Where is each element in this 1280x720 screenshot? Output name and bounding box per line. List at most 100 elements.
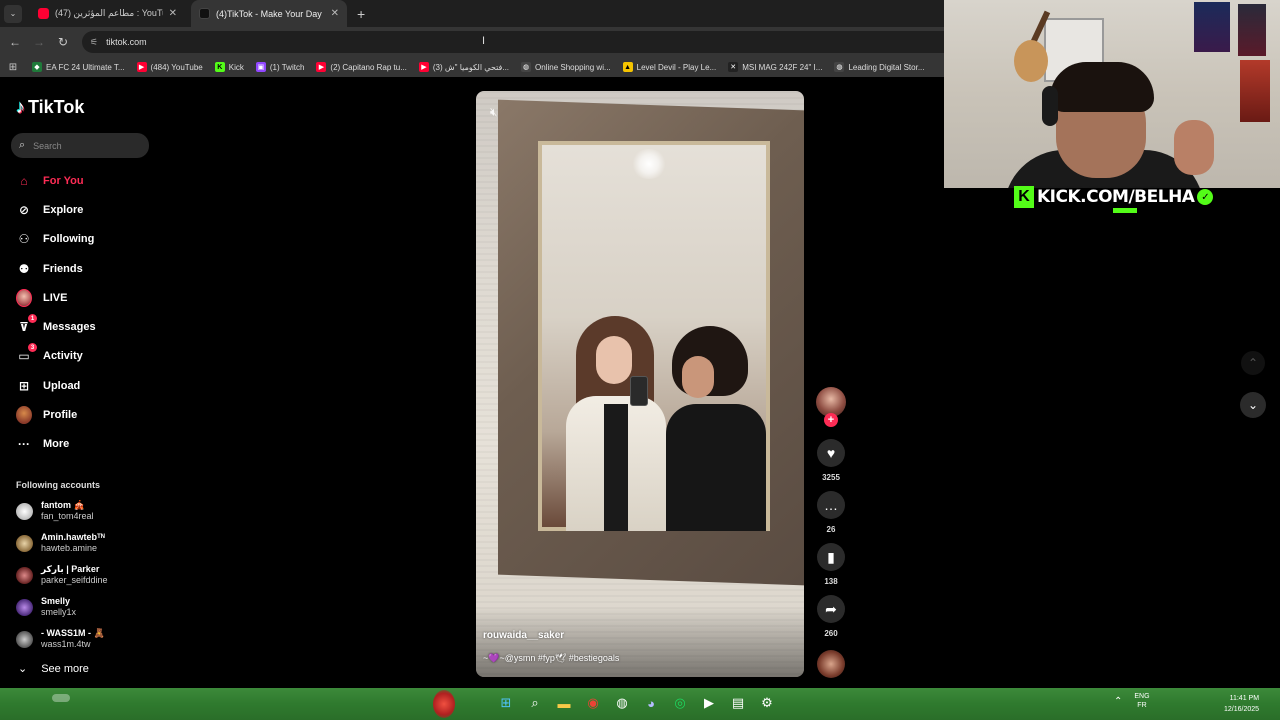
chrome-icon[interactable]: ◉	[583, 693, 603, 713]
nav-activity[interactable]: ▭ 3 Activity	[0, 342, 160, 371]
bookmark-twitch[interactable]: ▣ (1) Twitch	[250, 62, 311, 72]
language-indicator[interactable]: ENG FR	[1134, 692, 1149, 710]
tab-search-button[interactable]: ⌄	[4, 4, 22, 23]
see-more-button[interactable]: ⌄ See more	[18, 662, 89, 676]
phone-in-hand	[630, 376, 648, 406]
bookmark-online-shopping[interactable]: ◍ Online Shopping wi...	[515, 62, 617, 72]
nav-friends[interactable]: ⚉ Friends	[0, 254, 160, 283]
reload-button[interactable]: ↻	[51, 35, 75, 49]
compass-icon: ⊘	[18, 202, 30, 217]
account-name: Amin.hawtebᵀᴺ	[41, 532, 105, 542]
following-account[interactable]: Amin.hawtebᵀᴺ hawteb.amine	[16, 532, 105, 554]
nav-for-you[interactable]: ⌂ For You	[0, 166, 160, 195]
apps-grid-icon[interactable]: ⊞	[0, 62, 26, 73]
like-count: 3255	[822, 473, 840, 482]
nav-explore[interactable]: ⊘ Explore	[0, 195, 160, 224]
bookmark-msi[interactable]: ✕ MSI MAG 242F 24" I...	[722, 62, 828, 72]
back-button[interactable]: ←	[3, 35, 27, 49]
close-tab-icon[interactable]: ✕	[331, 8, 339, 19]
share-icon: ➦	[817, 595, 845, 623]
video-caption[interactable]: ~💜~@ysmn #fyp🕊 #bestiegoals	[483, 653, 619, 664]
following-account[interactable]: Smelly smelly1x	[16, 596, 76, 618]
nav-live[interactable]: LIVE	[0, 283, 160, 312]
bookmark-fathi[interactable]: ▶ (3) فتحي الكوميا "ش...	[413, 62, 515, 72]
main-nav: ⌂ For You ⊘ Explore ⚇ Following ⚉ Friend…	[0, 166, 160, 459]
avatar	[16, 502, 33, 520]
search-input[interactable]: ⌕ Search	[11, 133, 149, 158]
muted-speaker-icon[interactable]: 🔇︎	[490, 105, 498, 120]
site-info-icon[interactable]: ⚟	[90, 37, 98, 48]
tab-tiktok[interactable]: (4)TikTok - Make Your Day ✕	[191, 0, 347, 27]
previous-video-button[interactable]: ⌃	[1241, 351, 1265, 375]
bookmark-label: (484) YouTube	[150, 62, 203, 72]
music-disc-icon[interactable]	[817, 650, 845, 678]
share-button[interactable]: ➦ 260	[817, 595, 845, 638]
nav-more[interactable]: ··· More	[0, 430, 160, 459]
next-video-button[interactable]: ⌄	[1240, 392, 1266, 418]
forward-button[interactable]: →	[27, 35, 51, 49]
following-account[interactable]: fantom 🎪 fan_tom4real	[16, 500, 94, 522]
tiktok-logo[interactable]: ♪ TikTok	[16, 97, 84, 118]
steam-icon[interactable]: ⚙	[757, 693, 777, 713]
save-button[interactable]: ▮ 138	[817, 543, 845, 586]
account-name: - WASS1M - 🧸	[41, 628, 105, 638]
new-tab-button[interactable]: +	[357, 6, 365, 22]
bookmark-label: Level Devil - Play Le...	[636, 62, 717, 72]
nav-upload[interactable]: ⊞ Upload	[0, 371, 160, 400]
nav-label: Profile	[43, 409, 78, 422]
kick-logo-icon: K	[1014, 186, 1034, 208]
tab-youtube[interactable]: (47) مطاعم المؤثرين : YouTube ✕	[30, 0, 185, 27]
youtube-icon: ▶	[418, 62, 429, 72]
bookmark-label: MSI MAG 242F 24" I...	[742, 62, 823, 72]
bookmark-kick[interactable]: K Kick	[209, 62, 250, 72]
bookmark-capitano[interactable]: ▶ (2) Capitano Rap tu...	[310, 62, 412, 72]
bookmark-level-devil[interactable]: ▲ Level Devil - Play Le...	[617, 62, 723, 72]
nav-messages[interactable]: ⊽ 1 Messages	[0, 312, 160, 341]
terminal-icon[interactable]: ▶	[699, 693, 719, 713]
text-cursor-icon: I	[482, 35, 486, 47]
file-explorer-icon[interactable]: ▬	[554, 693, 574, 713]
save-count: 138	[824, 577, 838, 586]
epic-games-icon[interactable]: ▤	[728, 693, 748, 713]
address-bar[interactable]: ⚟ tiktok.com	[82, 31, 944, 53]
tray-overflow-icon[interactable]: ⌃	[1114, 696, 1122, 707]
video-author[interactable]: rouwaida__saker	[483, 630, 564, 641]
globe-icon: ◍	[521, 62, 532, 72]
like-button[interactable]: ♥ 3255	[817, 439, 845, 482]
nav-label: More	[43, 438, 70, 451]
spotify-icon[interactable]: ◎	[670, 693, 690, 713]
system-clock[interactable]: 11:41 PM 12/16/2025	[1224, 693, 1259, 715]
nav-profile[interactable]: Profile	[0, 400, 160, 429]
following-account[interactable]: - WASS1M - 🧸 wass1m.4tw	[16, 628, 105, 650]
bookmark-label: Online Shopping wi...	[535, 62, 611, 72]
obs-icon[interactable]: ◍	[612, 693, 632, 713]
bookmark-label: Leading Digital Stor...	[848, 62, 925, 72]
nav-following[interactable]: ⚇ Following	[0, 225, 160, 254]
lang-top: ENG	[1134, 693, 1150, 700]
nav-label: For You	[43, 174, 84, 187]
account-name: باركر | Parker	[41, 564, 100, 574]
follow-plus-icon[interactable]: +	[824, 413, 838, 427]
close-tab-icon[interactable]: ✕	[169, 8, 177, 19]
tiktok-favicon-icon	[199, 8, 210, 19]
bookmark-label: (2) Capitano Rap tu...	[330, 62, 407, 72]
windows-start-icon[interactable]: ⊞	[496, 693, 516, 713]
background-detail	[52, 694, 70, 702]
following-account[interactable]: باركر | Parker parker_seifddine	[16, 564, 108, 586]
bookmark-ea-fc[interactable]: ◆ EA FC 24 Ultimate T...	[26, 62, 131, 72]
taskbar-apps: ⊞ ⌕ ▬ ◉ ◍ ◕ ◎ ▶ ▤ ⚙	[496, 693, 777, 713]
caption-gradient	[476, 607, 804, 677]
clock-date: 12/16/2025	[1224, 706, 1260, 713]
bookmark-digital-store[interactable]: ◍ Leading Digital Stor...	[828, 62, 930, 72]
chevron-down-icon: ⌄	[18, 663, 28, 675]
home-icon: ⌂	[20, 173, 28, 188]
globe-icon: ◍	[834, 62, 845, 72]
search-icon[interactable]: ⌕	[525, 693, 545, 713]
comment-button[interactable]: … 26	[817, 491, 845, 534]
screen: ⌄ (47) مطاعم المؤثرين : YouTube ✕ (4)Tik…	[0, 0, 1280, 720]
video-player[interactable]: 🔇︎ rouwaida__saker ~💜~@ysmn #fyp🕊 #besti…	[476, 91, 804, 677]
bookmark-youtube[interactable]: ▶ (484) YouTube	[131, 62, 209, 72]
share-count: 260	[824, 629, 838, 638]
discord-icon[interactable]: ◕	[641, 693, 661, 713]
messages-badge: 1	[28, 314, 37, 324]
